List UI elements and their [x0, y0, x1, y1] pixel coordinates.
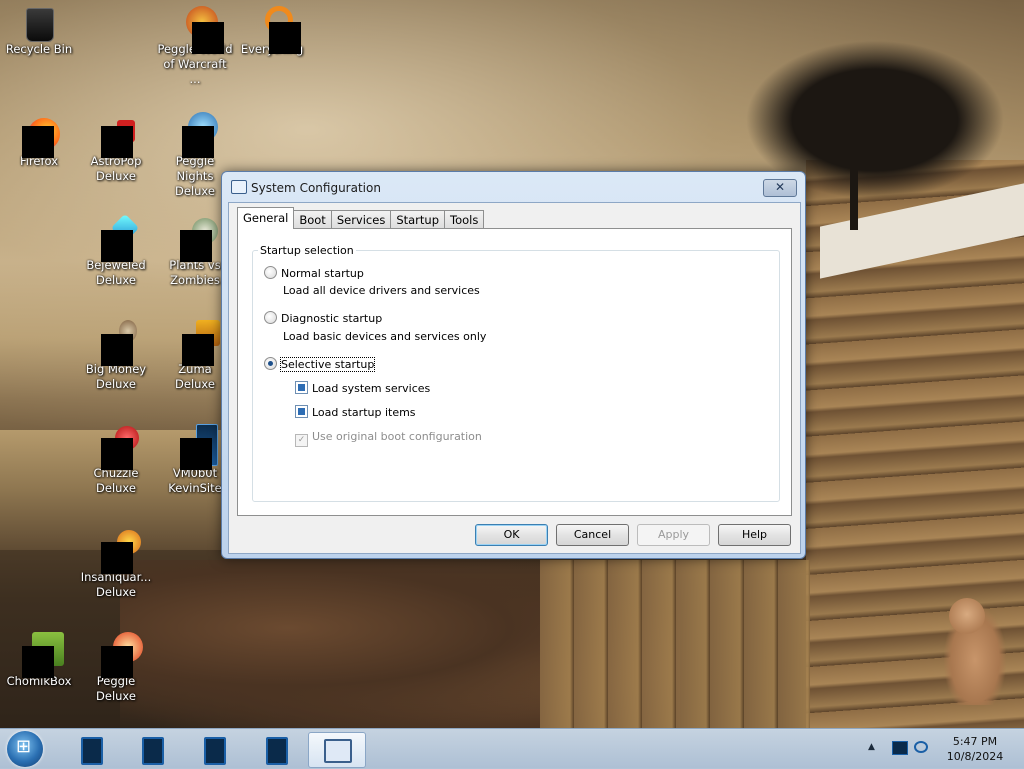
wallpaper-tree-trunk	[850, 150, 858, 230]
selective-startup-label: Selective startup	[279, 357, 376, 372]
wallpaper-fence-lower	[540, 560, 810, 730]
clock[interactable]: 5:47 PM 10/8/2024	[935, 734, 1015, 764]
desktop-icon-label: Recycle Bin	[5, 42, 73, 56]
vm0b0t-icon	[178, 424, 218, 470]
normal-startup-label: Normal startup	[281, 267, 364, 280]
title-bar[interactable]: System Configuration ✕	[222, 172, 805, 202]
taskbar: ▲ 5:47 PM 10/8/2024	[0, 728, 1024, 769]
taskbar-button-app-1[interactable]	[62, 732, 118, 766]
desktop-icon-label: Chuzzle Deluxe	[93, 466, 139, 495]
big-money-icon	[99, 320, 137, 366]
desktop-icon-everything[interactable]: Everything	[234, 6, 310, 57]
monitor-icon[interactable]	[892, 741, 908, 755]
app-window-icon	[266, 737, 288, 765]
app-window-icon	[81, 737, 103, 765]
show-hidden-icons-button[interactable]: ▲	[868, 742, 875, 752]
diagnostic-startup-option[interactable]: Diagnostic startup	[264, 311, 382, 325]
network-icon[interactable]	[914, 741, 928, 753]
tab-services[interactable]: Services	[330, 210, 392, 229]
selective-startup-radio[interactable]	[264, 357, 277, 370]
desktop-icon-label: Bejeweled Deluxe	[86, 258, 146, 287]
tab-general[interactable]: General	[237, 207, 295, 229]
normal-startup-option[interactable]: Normal startup	[264, 266, 364, 280]
general-tab-panel: Startup selection Normal startup Load al…	[237, 228, 792, 516]
plants-vs-zombies-icon	[178, 218, 218, 262]
use-original-boot-option: ✓ Use original boot configuration	[295, 430, 482, 447]
clock-date: 10/8/2024	[946, 750, 1004, 763]
peggle-deluxe-icon	[99, 632, 143, 678]
clock-time: 5:47 PM	[952, 735, 998, 748]
desktop-icon-peggle-wow[interactable]: Peggle World of Warcraft ...	[157, 6, 233, 87]
astropop-icon	[99, 118, 135, 158]
bejeweled-icon	[99, 213, 140, 262]
selective-startup-option[interactable]: Selective startup	[264, 357, 376, 372]
insaniquarium-icon	[99, 530, 141, 574]
load-system-services-option[interactable]: Load system services	[295, 381, 430, 395]
desktop-icon-chuzzle[interactable]: Chuzzle Deluxe	[78, 426, 154, 496]
help-button[interactable]: Help	[718, 524, 791, 546]
everything-icon	[255, 6, 301, 54]
desktop-icon-label: Insaniquar... Deluxe	[80, 570, 152, 599]
peggle-nights-icon	[178, 112, 218, 158]
msconfig-icon	[324, 739, 352, 763]
recycle-bin-icon	[22, 6, 56, 42]
normal-startup-description: Load all device drivers and services	[283, 284, 480, 297]
peggle-wow-icon	[178, 6, 224, 54]
firefox-icon	[22, 118, 60, 158]
tab-boot[interactable]: Boot	[293, 210, 332, 229]
close-button[interactable]: ✕	[763, 179, 797, 197]
app-window-icon	[204, 737, 226, 765]
msconfig-icon	[231, 180, 247, 194]
taskbar-button-app-4[interactable]	[247, 732, 303, 766]
tab-startup[interactable]: Startup	[390, 210, 445, 229]
cancel-button[interactable]: Cancel	[556, 524, 629, 546]
desktop-icon-peggle-deluxe[interactable]: Peggle Deluxe	[78, 632, 154, 704]
apply-button: Apply	[637, 524, 710, 546]
ok-button[interactable]: OK	[475, 524, 548, 546]
system-configuration-window[interactable]: System Configuration ✕ General Boot Serv…	[221, 171, 806, 559]
desktop-icon-astropop[interactable]: AstroPop Deluxe	[78, 118, 154, 184]
tab-tools[interactable]: Tools	[444, 210, 485, 229]
normal-startup-radio[interactable]	[264, 266, 277, 279]
use-original-boot-label: Use original boot configuration	[312, 430, 482, 443]
app-window-icon	[142, 737, 164, 765]
taskbar-button-system-configuration[interactable]	[308, 732, 366, 768]
zuma-icon	[178, 320, 220, 366]
diagnostic-startup-label: Diagnostic startup	[281, 312, 383, 325]
chuzzle-icon	[99, 426, 139, 470]
desktop-icon-insaniquarium[interactable]: Insaniquar... Deluxe	[78, 530, 154, 600]
hamster-head	[949, 598, 985, 634]
checkmark-icon: ✓	[295, 434, 308, 447]
group-title: Startup selection	[258, 244, 356, 257]
taskbar-button-app-3[interactable]	[185, 732, 241, 766]
desktop-icon-recycle-bin[interactable]: Recycle Bin	[1, 6, 77, 57]
desktop-icon-big-money[interactable]: Big Money Deluxe	[78, 320, 154, 392]
desktop-icon-chomikbox[interactable]: ChomikBox	[1, 632, 77, 689]
chomikbox-icon	[22, 632, 64, 678]
load-startup-items-label: Load startup items	[312, 406, 416, 419]
load-startup-items-checkbox[interactable]	[295, 405, 308, 418]
desktop-icon-label: Big Money Deluxe	[85, 362, 147, 391]
tab-strip: General Boot Services Startup Tools	[237, 207, 485, 229]
diagnostic-startup-description: Load basic devices and services only	[283, 330, 487, 343]
diagnostic-startup-radio[interactable]	[264, 311, 277, 324]
desktop-icon-firefox[interactable]: Firefox	[1, 118, 77, 169]
taskbar-button-app-2[interactable]	[123, 732, 179, 766]
desktop-icon-bejeweled[interactable]: Bejeweled Deluxe	[78, 213, 154, 288]
load-system-services-checkbox[interactable]	[295, 381, 308, 394]
load-system-services-label: Load system services	[312, 382, 431, 395]
desktop-icon-label: Peggle Deluxe	[96, 674, 136, 703]
start-button[interactable]	[7, 731, 43, 767]
desktop-icon-label: AstroPop Deluxe	[90, 154, 142, 183]
load-startup-items-option[interactable]: Load startup items	[295, 405, 416, 419]
window-client-area: General Boot Services Startup Tools Star…	[228, 202, 801, 554]
window-title: System Configuration	[251, 181, 381, 195]
